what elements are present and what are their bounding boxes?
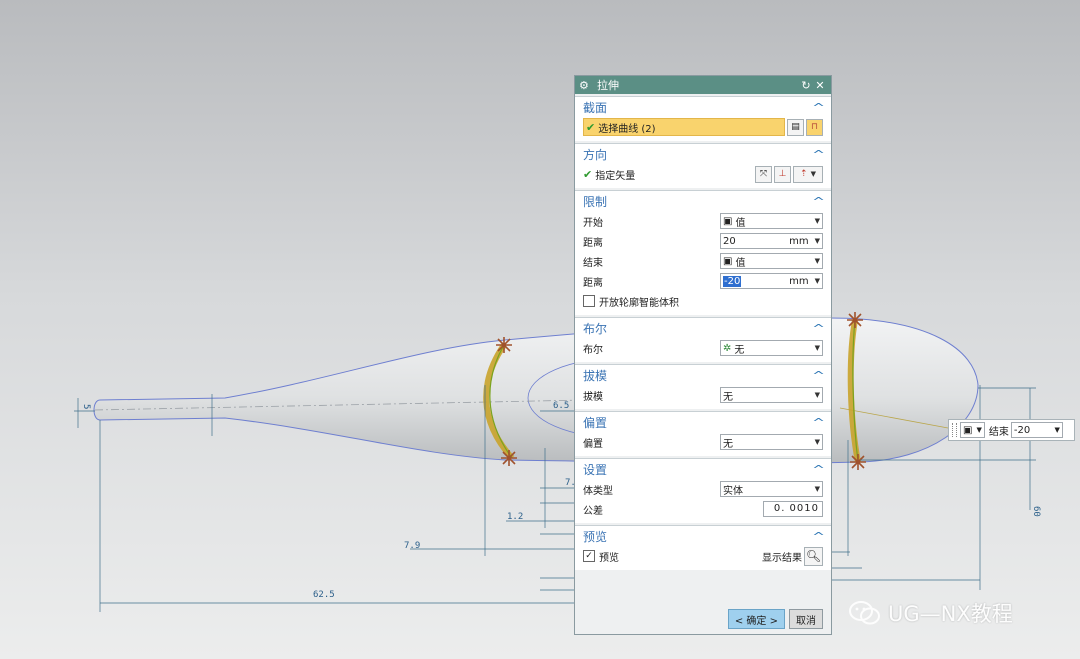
- boolean-title: 布尔: [583, 321, 608, 336]
- cancel-button[interactable]: 取消: [789, 609, 823, 629]
- tolerance-input[interactable]: 0. 0010: [763, 501, 823, 517]
- boolean-none-icon: ✲: [723, 342, 732, 354]
- chevron-down-icon: ▼: [976, 426, 982, 434]
- value-cube-icon: ▣: [723, 255, 733, 267]
- offset-label: 偏置: [583, 438, 603, 450]
- svg-text:60: 60: [1031, 506, 1041, 517]
- tolerance-label: 公差: [583, 505, 603, 517]
- end-dropdown[interactable]: ▣ 值 ▼: [720, 253, 823, 269]
- draft-label: 拔模: [583, 391, 603, 403]
- svg-text:6.5: 6.5: [553, 401, 569, 411]
- collapse-chevron-icon[interactable]: ^: [812, 322, 825, 335]
- boolean-label: 布尔: [583, 344, 603, 356]
- dialog-footer: < 确定 > 取消: [575, 604, 831, 634]
- settings-title: 设置: [583, 462, 608, 477]
- collapse-chevron-icon[interactable]: ^: [812, 463, 825, 476]
- distance-end-input[interactable]: -20 mm ▼: [720, 273, 823, 289]
- offset-dropdown[interactable]: 无 ▼: [720, 434, 823, 450]
- svg-text:1.2: 1.2: [507, 512, 523, 522]
- body-type-dropdown[interactable]: 实体 ▼: [720, 481, 823, 497]
- boolean-group: 布尔 ^ 布尔 ✲ 无 ▼: [575, 317, 831, 362]
- check-icon: ✔: [586, 120, 596, 134]
- preview-group: 预览 ^ ✓ 预览 显示结果 🔍︎: [575, 525, 831, 570]
- chevron-down-icon: ▼: [814, 438, 820, 446]
- collapse-chevron-icon[interactable]: ^: [812, 101, 825, 114]
- open-profile-checkbox[interactable]: [583, 295, 595, 307]
- graphics-viewport[interactable]: 6.5 7. 1.2 7.9 62.5 60 5: [0, 0, 1080, 659]
- preview-checkbox[interactable]: ✓: [583, 550, 595, 562]
- specify-vector-label: 指定矢量: [595, 170, 636, 182]
- end-label: 结束: [583, 257, 603, 269]
- dialog-titlebar[interactable]: ⚙ 拉伸 ↻ ✕: [575, 76, 831, 94]
- collapse-chevron-icon[interactable]: ^: [812, 369, 825, 382]
- start-label: 开始: [583, 217, 603, 229]
- chevron-down-icon: ▼: [814, 217, 820, 225]
- show-result-label: 显示结果: [762, 552, 802, 564]
- wechat-logo-icon: [849, 601, 880, 625]
- vector-type-dropdown[interactable]: ⇡ ▼: [793, 165, 823, 183]
- settings-group: 设置 ^ 体类型 实体 ▼ 公差 0. 0010: [575, 458, 831, 523]
- collapse-chevron-icon[interactable]: ^: [812, 195, 825, 208]
- chevron-down-icon: ▼: [814, 344, 820, 352]
- direction-group: 方向 ^ ✔ 指定矢量 ⤧ ⊥ ⇡ ▼: [575, 143, 831, 188]
- chevron-down-icon: ▼: [1054, 426, 1060, 434]
- gear-icon[interactable]: ⚙: [579, 79, 593, 92]
- section-group: 截面 ^ ✔ 选择曲线 (2) ▤ ⊓: [575, 96, 831, 141]
- offset-group: 偏置 ^ 偏置 无 ▼: [575, 411, 831, 456]
- draft-group: 拔模 ^ 拔模 无 ▼: [575, 364, 831, 409]
- distance-start-label: 距离: [583, 237, 603, 249]
- sketch-section-icon[interactable]: ▤: [787, 118, 804, 136]
- end-value-input[interactable]: -20 ▼: [1010, 422, 1063, 438]
- draft-dropdown[interactable]: 无 ▼: [720, 387, 823, 403]
- close-icon[interactable]: ✕: [813, 79, 827, 92]
- collapse-chevron-icon[interactable]: ^: [812, 148, 825, 161]
- svg-text:7.9: 7.9: [404, 541, 420, 551]
- collapse-chevron-icon[interactable]: ^: [812, 416, 825, 429]
- boolean-dropdown[interactable]: ✲ 无 ▼: [720, 340, 823, 356]
- chevron-down-icon: ▼: [814, 277, 820, 285]
- value-cube-icon: ▣: [723, 215, 733, 227]
- direction-title: 方向: [583, 147, 608, 162]
- preview-label: 预览: [599, 552, 619, 564]
- section-title: 截面: [583, 100, 608, 115]
- collapse-chevron-icon[interactable]: ^: [812, 530, 825, 543]
- distance-start-input[interactable]: 20 mm ▼: [720, 233, 823, 249]
- draft-title: 拔模: [583, 368, 608, 383]
- select-curve-label: 选择曲线 (2): [598, 123, 656, 135]
- show-result-magnifier-icon[interactable]: 🔍︎: [804, 546, 823, 566]
- offset-title: 偏置: [583, 415, 608, 430]
- ok-button[interactable]: < 确定 >: [727, 609, 785, 629]
- start-dropdown[interactable]: ▣ 值 ▼: [720, 213, 823, 229]
- svg-text:5: 5: [81, 404, 91, 409]
- distance-end-label: 距离: [583, 277, 603, 289]
- watermark: UG—NX教程: [848, 598, 1013, 628]
- limit-type-dropdown[interactable]: ▣ ▼: [960, 422, 985, 438]
- check-icon: ✔: [583, 167, 593, 181]
- limits-title: 限制: [583, 194, 608, 209]
- watermark-text: UG—NX教程: [888, 602, 1013, 626]
- chevron-down-icon: ▼: [814, 391, 820, 399]
- curve-select-icon[interactable]: ⊓: [806, 118, 823, 136]
- end-distance-onscreen-input[interactable]: ▣ ▼ 结束 -20 ▼: [948, 419, 1075, 441]
- value-cube-icon: ▣: [963, 424, 973, 436]
- drag-handle[interactable]: [952, 423, 957, 437]
- dialog-title: 拉伸: [597, 79, 619, 92]
- reset-icon[interactable]: ↻: [799, 79, 813, 92]
- body-type-label: 体类型: [583, 485, 613, 497]
- reverse-direction-icon[interactable]: ⤧: [755, 165, 772, 183]
- revolved-body[interactable]: [93, 317, 979, 464]
- end-label: 结束: [988, 426, 1009, 438]
- chevron-down-icon: ▼: [814, 257, 820, 265]
- preview-title: 预览: [583, 529, 608, 544]
- limits-group: 限制 ^ 开始 ▣ 值 ▼ 距离 20 mm ▼ 结束 ▣ 值 ▼ 距离 -20…: [575, 190, 831, 315]
- vector-dialog-icon[interactable]: ⊥: [774, 165, 791, 183]
- svg-text:62.5: 62.5: [313, 590, 335, 600]
- open-profile-label: 开放轮廓智能体积: [599, 297, 679, 309]
- select-curve-field[interactable]: ✔ 选择曲线 (2): [583, 118, 785, 136]
- chevron-down-icon: ▼: [814, 485, 820, 493]
- chevron-down-icon: ▼: [814, 237, 820, 245]
- extrude-dialog: ⚙ 拉伸 ↻ ✕ 截面 ^ ✔ 选择曲线 (2) ▤ ⊓ 方向 ^ ✔ 指定矢量…: [574, 75, 832, 635]
